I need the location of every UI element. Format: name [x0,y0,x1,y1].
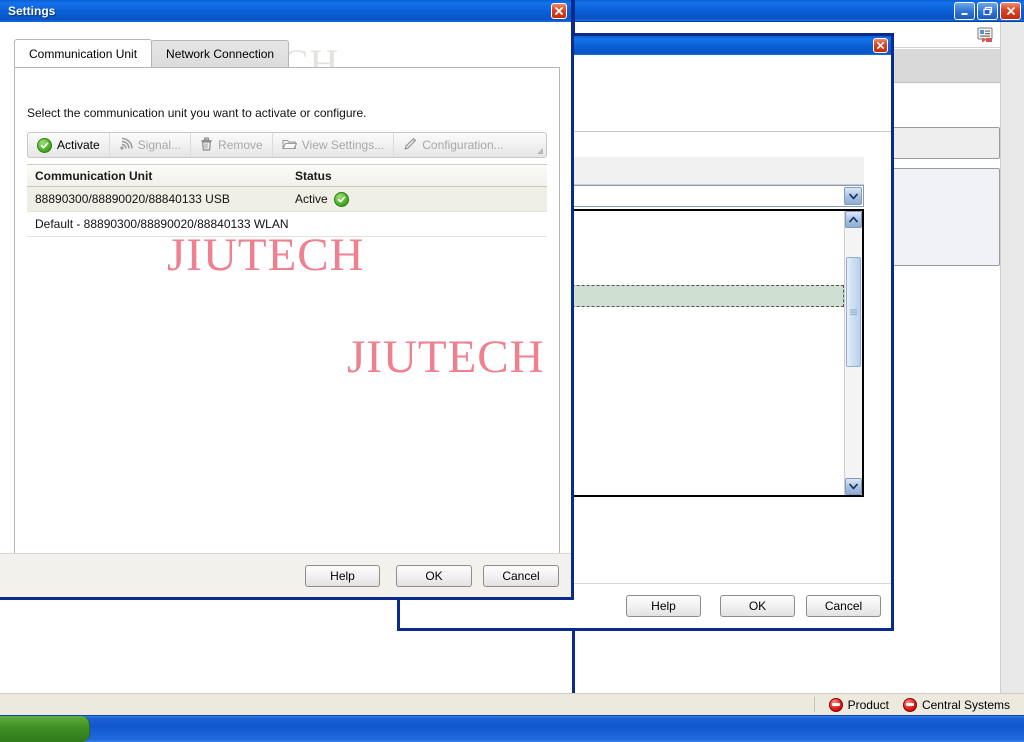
table-row[interactable]: Default - 88890300/88890020/88840133 WLA… [27,212,547,237]
tab-communication-unit-label: Communication Unit [29,46,138,61]
vertical-scrollbar[interactable] [844,211,862,495]
settings-titlebar: Settings [0,0,571,22]
minimize-button[interactable] [954,2,975,20]
status-item-central-systems[interactable]: Central Systems [902,697,1010,712]
taskbar [0,715,1024,742]
scroll-up-icon[interactable] [845,211,862,228]
settings-footer: Help OK Cancel [0,553,571,597]
background-ok-button[interactable]: OK [720,595,795,617]
tab-communication-unit[interactable]: Communication Unit [14,39,153,67]
signal-button-label: Signal... [137,138,182,152]
scroll-down-icon[interactable] [845,478,862,495]
cell-communication-unit: 88890300/88890020/88840133 USB [35,192,230,206]
tab-network-connection-label: Network Connection [166,47,275,61]
status-item-central-systems-label: Central Systems [921,697,1010,712]
settings-tabstrip: Communication Unit Network Connection [14,39,290,67]
view-settings-button[interactable]: View Settings... [273,133,395,157]
red-block-icon [828,697,843,712]
chevron-down-icon[interactable] [844,187,862,205]
watermark-secondary: JIUTECH [347,331,545,383]
settings-ok-button[interactable]: OK [396,565,472,587]
table-row[interactable]: 88890300/88890020/88840133 USB Active [27,187,547,212]
background-dialog-close-icon[interactable] [873,38,888,53]
green-check-icon [37,137,52,153]
status-item-product-label: Product [847,697,889,712]
status-bar-separator [813,697,815,712]
background-help-button[interactable]: Help [626,595,701,617]
view-settings-button-label: View Settings... [301,138,385,152]
communication-unit-panel: Select the communication unit you want t… [14,67,560,559]
desktop-screen: Help OK Cancel Settings JIUTECH Communic… [0,0,1024,742]
cell-status-label: Active [295,192,328,206]
cell-communication-unit: Default - 88890300/88890020/88840133 WLA… [35,217,289,231]
green-check-icon [333,191,349,207]
remove-button[interactable]: Remove [191,133,273,157]
communication-unit-toolbar: Activate Signal... Remove View Settings.… [27,132,547,158]
tab-network-connection[interactable]: Network Connection [151,40,290,67]
card-send-icon[interactable] [975,24,999,46]
activate-button[interactable]: Activate [28,133,110,157]
trash-icon [200,136,213,154]
settings-title-text: Settings [8,4,56,18]
configuration-button[interactable]: Configuration... [394,133,512,157]
settings-cancel-button[interactable]: Cancel [483,565,559,587]
background-cancel-button[interactable]: Cancel [806,595,881,617]
application-right-gutter [1000,22,1024,712]
toolbar-overflow-handle[interactable] [534,133,546,157]
red-block-icon [902,697,917,712]
settings-dialog: Settings JIUTECH Communication Unit Netw… [0,0,574,600]
remove-button-label: Remove [218,138,263,152]
close-button[interactable] [1000,2,1021,20]
column-header-communication-unit: Communication Unit [35,168,153,183]
start-button[interactable] [0,716,90,742]
pencil-icon [403,137,417,154]
application-titlebar [575,0,1024,22]
column-header-status: Status [295,168,332,183]
status-item-product[interactable]: Product [828,697,889,712]
signal-button[interactable]: Signal... [110,133,192,157]
panel-description: Select the communication unit you want t… [27,106,367,120]
settings-help-button[interactable]: Help [305,565,380,587]
communication-unit-table: Communication Unit Status 88890300/88890… [27,164,547,237]
restore-button[interactable] [977,2,998,20]
activate-button-label: Activate [57,138,100,152]
settings-close-icon[interactable] [551,3,567,19]
signal-icon [119,137,133,154]
folder-icon [281,137,298,153]
table-header-row: Communication Unit Status [27,165,547,187]
scrollbar-thumb[interactable] [846,257,861,367]
cell-status: Active [295,191,455,207]
settings-body: JIUTECH Communication Unit Network Conne… [0,22,571,597]
window-controls [954,2,1021,20]
configuration-button-label: Configuration... [422,138,504,152]
status-bar: Product Central Systems [0,693,1024,715]
